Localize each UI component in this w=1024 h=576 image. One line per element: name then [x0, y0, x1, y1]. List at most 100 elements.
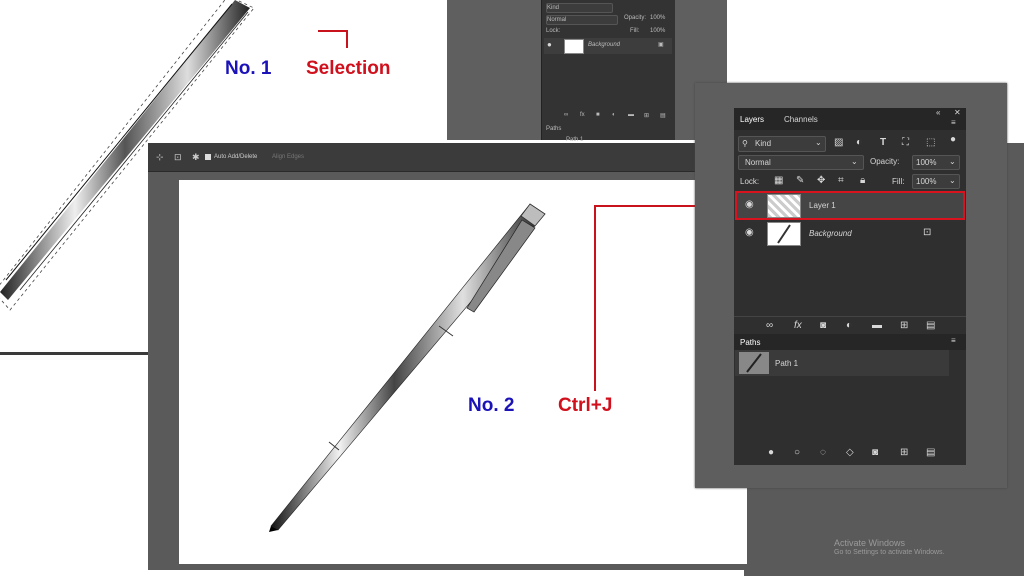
- panel-tab-bar: Layers Channels « ✕ ≡: [734, 108, 966, 130]
- make-work-path-icon[interactable]: ◇: [846, 447, 854, 458]
- mini-fill-value[interactable]: 100%: [650, 28, 665, 34]
- tab-channels[interactable]: Channels: [784, 115, 818, 124]
- pen-tool-icon[interactable]: ⊹: [156, 152, 164, 163]
- link-icon[interactable]: ∞: [564, 112, 568, 118]
- add-mask-icon[interactable]: ◙: [872, 447, 878, 458]
- trash-icon[interactable]: ▤: [926, 320, 935, 331]
- mini-fill-label: Fill:: [630, 28, 640, 34]
- mask-icon[interactable]: ◙: [820, 320, 826, 331]
- filter-kind-label: Kind: [755, 139, 772, 148]
- adjustment-icon[interactable]: ◐: [612, 112, 616, 118]
- lock-all-icon[interactable]: 🔒︎: [860, 175, 865, 186]
- folder-icon[interactable]: ▬: [872, 320, 882, 331]
- paths-tab-bar: Paths ≡: [734, 334, 966, 350]
- chevron-down-icon: ⌄: [949, 157, 956, 166]
- mini-filter-label: Kind: [547, 5, 560, 11]
- document-canvas: [179, 180, 747, 564]
- annotation-connector-2: [594, 205, 596, 391]
- mini-layers-panel: Kind Normal Opacity: 100% Lock: Fill: 10…: [541, 0, 675, 143]
- mini-opacity-label: Opacity:: [624, 15, 647, 21]
- auto-add-delete-checkbox[interactable]: [205, 154, 211, 160]
- mini-opacity-value[interactable]: 100%: [650, 15, 665, 21]
- path-name: Path 1: [775, 359, 799, 368]
- fill-value: 100%: [916, 177, 937, 186]
- layers-footer: ∞ fx ◙ ◐ ▬ ⊞ ▤: [734, 316, 966, 335]
- mini-layer-thumbnail: [564, 39, 584, 54]
- lock-image-icon[interactable]: ✎: [796, 175, 804, 186]
- mini-locks-label: Lock:: [546, 28, 561, 34]
- mini-panel-footer: ∞ fx ■ ◐ ▬ ⊞ ▤: [542, 112, 675, 122]
- canvas-edge: [0, 352, 150, 355]
- mini-layer-row[interactable]: ● Background ▣: [544, 38, 672, 54]
- fill-field[interactable]: 100% ⌄: [912, 174, 960, 189]
- tab-layers[interactable]: Layers: [740, 115, 764, 124]
- new-layer-icon[interactable]: ⊞: [644, 112, 649, 119]
- path-row[interactable]: Path 1: [735, 350, 949, 376]
- path-thumbnail-icon: [746, 353, 762, 373]
- mini-blend-mode[interactable]: Normal: [546, 15, 618, 25]
- align-edges-label[interactable]: Align Edges: [272, 154, 304, 160]
- trash-icon[interactable]: ▤: [660, 112, 666, 119]
- activation-watermark-subtitle: Go to Settings to activate Windows.: [834, 549, 945, 556]
- close-icon[interactable]: ✕: [954, 108, 961, 117]
- lock-transparency-icon[interactable]: ▦: [774, 175, 783, 186]
- fill-path-icon[interactable]: ●: [768, 447, 774, 458]
- new-layer-icon[interactable]: ⊞: [900, 320, 908, 331]
- options-bar: ⊹ ⊡ ✱ Auto Add/Delete Align Edges: [148, 143, 748, 172]
- smart-object-filter-icon[interactable]: ⬚: [926, 137, 935, 148]
- lock-artboard-icon[interactable]: ⌗: [838, 175, 844, 186]
- paths-footer: ● ○ ◌ ◇ ◙ ⊞ ▤: [734, 445, 966, 463]
- blend-mode-value: Normal: [745, 158, 771, 167]
- tab-paths[interactable]: Paths: [740, 338, 760, 347]
- mini-filter[interactable]: Kind: [546, 3, 613, 13]
- fx-icon[interactable]: fx: [794, 320, 802, 331]
- lock-icon: ⊡: [923, 227, 932, 238]
- blend-mode-dropdown[interactable]: Normal ⌄: [738, 155, 864, 170]
- opacity-field[interactable]: 100% ⌄: [912, 155, 960, 170]
- annotation-connector-1: [318, 30, 348, 32]
- link-icon[interactable]: ∞: [766, 320, 773, 331]
- path-ops-icon[interactable]: ⊡: [174, 152, 182, 163]
- panel-menu-icon[interactable]: ≡: [951, 336, 956, 345]
- path-thumbnail: [739, 352, 769, 374]
- step1-label: Selection: [306, 58, 391, 79]
- pen-thumbnail-icon: [777, 224, 791, 244]
- opacity-value: 100%: [916, 158, 937, 167]
- filter-toggle-icon[interactable]: ●: [950, 134, 956, 145]
- step2-label: Ctrl+J: [558, 395, 613, 416]
- layer-row-background[interactable]: ◉ Background ⊡: [735, 220, 965, 247]
- mini-layer-name: Background: [588, 42, 621, 48]
- filter-kind-dropdown[interactable]: ⚲ Kind ⌄: [738, 136, 826, 152]
- gear-icon[interactable]: ✱: [192, 152, 200, 163]
- lock-icon: ▣: [658, 42, 664, 48]
- new-path-icon[interactable]: ⊞: [900, 447, 908, 458]
- adjustment-filter-icon[interactable]: ◐: [856, 137, 862, 148]
- auto-add-delete-label: Auto Add/Delete: [214, 154, 258, 160]
- background-name[interactable]: Background: [809, 229, 852, 238]
- chevron-down-icon: ⌄: [815, 138, 822, 147]
- load-selection-icon[interactable]: ◌: [820, 447, 826, 458]
- opacity-label: Opacity:: [870, 157, 900, 166]
- step2-number: No. 2: [468, 395, 515, 416]
- folder-icon[interactable]: ▬: [628, 112, 634, 118]
- pen-image: [269, 203, 546, 532]
- eye-icon[interactable]: ◉: [745, 227, 754, 238]
- layer1-highlight-box: [735, 191, 965, 220]
- step1-number: No. 1: [225, 58, 272, 79]
- adjustment-icon[interactable]: ◐: [846, 320, 852, 331]
- collapse-icon[interactable]: «: [936, 108, 940, 117]
- mask-icon[interactable]: ■: [596, 112, 600, 118]
- fx-icon[interactable]: fx: [580, 112, 585, 118]
- stroke-path-icon[interactable]: ○: [794, 447, 800, 458]
- trash-icon[interactable]: ▤: [926, 447, 935, 458]
- shape-filter-icon[interactable]: ⛶: [902, 137, 909, 148]
- mini-paths-tab[interactable]: Paths: [546, 126, 561, 132]
- activation-watermark-title: Activate Windows: [834, 538, 906, 548]
- eye-icon[interactable]: ●: [547, 40, 552, 49]
- layers-panel: Layers Channels « ✕ ≡ ⚲ Kind ⌄ ▨ ◐ T ⛶ ⬚…: [734, 108, 966, 465]
- lock-position-icon[interactable]: ✥: [817, 175, 825, 186]
- image-filter-icon[interactable]: ▨: [834, 137, 843, 148]
- panel-menu-icon[interactable]: ≡: [951, 118, 956, 127]
- type-filter-icon[interactable]: T: [880, 137, 886, 148]
- chevron-down-icon: ⌄: [949, 176, 956, 185]
